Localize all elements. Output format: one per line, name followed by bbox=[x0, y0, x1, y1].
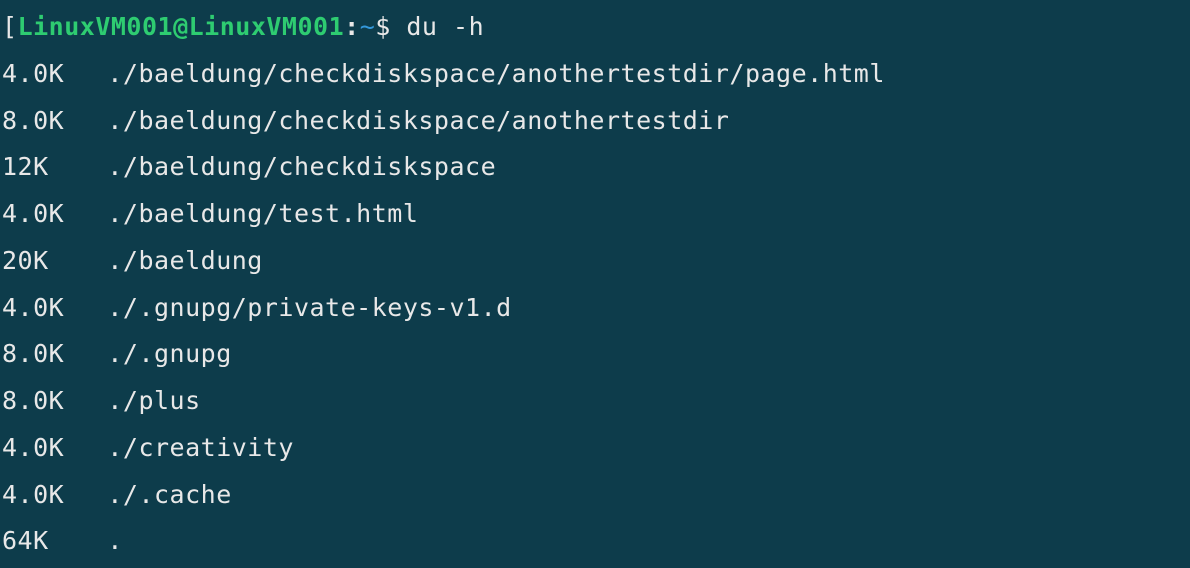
path-value: ./baeldung/test.html bbox=[107, 199, 418, 228]
path-value: ./creativity bbox=[107, 433, 294, 462]
size-value: 4.0K bbox=[2, 425, 107, 472]
output-line: 4.0K./.gnupg/private-keys-v1.d bbox=[2, 285, 1188, 332]
output-line: 4.0K./baeldung/test.html bbox=[2, 191, 1188, 238]
output-line: 64K. bbox=[2, 518, 1188, 565]
output-line: 8.0K./.gnupg bbox=[2, 331, 1188, 378]
size-value: 8.0K bbox=[2, 331, 107, 378]
output-line: 4.0K./.cache bbox=[2, 472, 1188, 519]
path-value: ./.gnupg bbox=[107, 339, 231, 368]
prompt-cwd: ~ bbox=[360, 12, 376, 41]
path-value: ./baeldung bbox=[107, 246, 263, 275]
output-line: 12K./baeldung/checkdiskspace bbox=[2, 144, 1188, 191]
prompt-bracket: [ bbox=[2, 12, 18, 41]
path-value: ./baeldung/checkdiskspace bbox=[107, 152, 496, 181]
output-line: 4.0K./baeldung/checkdiskspace/anothertes… bbox=[2, 51, 1188, 98]
prompt-dollar: $ bbox=[375, 12, 406, 41]
size-value: 20K bbox=[2, 238, 107, 285]
size-value: 12K bbox=[2, 144, 107, 191]
path-value: ./.cache bbox=[107, 480, 231, 509]
path-value: ./baeldung/checkdiskspace/anothertestdir… bbox=[107, 59, 885, 88]
size-value: 4.0K bbox=[2, 51, 107, 98]
prompt-line[interactable]: [LinuxVM001@LinuxVM001:~$ du -h bbox=[2, 4, 1188, 51]
size-value: 4.0K bbox=[2, 191, 107, 238]
path-value: ./.gnupg/private-keys-v1.d bbox=[107, 293, 511, 322]
path-value: ./baeldung/checkdiskspace/anothertestdir bbox=[107, 106, 729, 135]
size-value: 4.0K bbox=[2, 472, 107, 519]
size-value: 64K bbox=[2, 518, 107, 565]
output-line: 8.0K./baeldung/checkdiskspace/anothertes… bbox=[2, 98, 1188, 145]
path-value: . bbox=[107, 526, 123, 555]
size-value: 8.0K bbox=[2, 98, 107, 145]
size-value: 8.0K bbox=[2, 378, 107, 425]
output-line: 20K./baeldung bbox=[2, 238, 1188, 285]
output-line: 8.0K./plus bbox=[2, 378, 1188, 425]
path-value: ./plus bbox=[107, 386, 200, 415]
output-line: 4.0K./creativity bbox=[2, 425, 1188, 472]
output-container: 4.0K./baeldung/checkdiskspace/anothertes… bbox=[2, 51, 1188, 565]
command-text: du -h bbox=[406, 12, 484, 41]
prompt-user-host: LinuxVM001@LinuxVM001 bbox=[18, 12, 345, 41]
size-value: 4.0K bbox=[2, 285, 107, 332]
prompt-colon: : bbox=[344, 12, 360, 41]
